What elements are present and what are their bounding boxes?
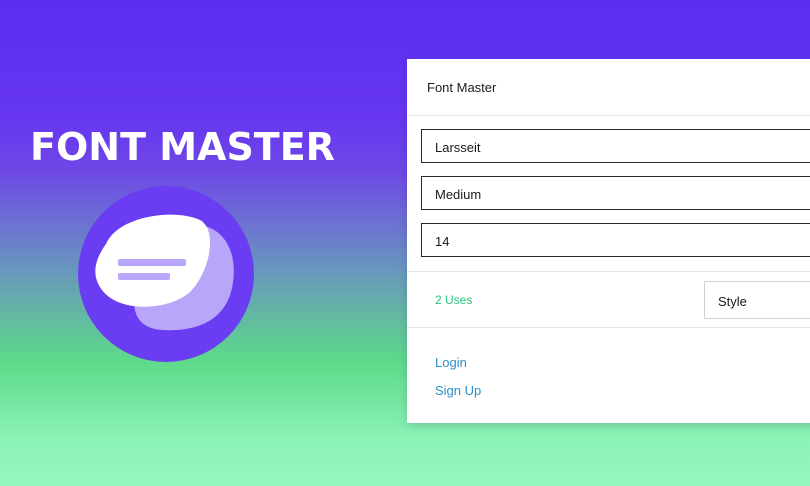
font-size-value: 14 bbox=[435, 234, 450, 249]
hero-title: FONT MASTER bbox=[30, 125, 335, 169]
panel-title: Font Master bbox=[427, 80, 497, 95]
style-select[interactable]: Style bbox=[704, 281, 810, 319]
login-link[interactable]: Login bbox=[435, 355, 467, 370]
logo-graphic bbox=[95, 214, 234, 331]
font-weight-value: Medium bbox=[435, 187, 482, 202]
panel-header: Font Master bbox=[407, 59, 810, 116]
font-master-logo-icon bbox=[78, 186, 254, 362]
uses-count: 2 Uses bbox=[435, 293, 473, 307]
style-select-label: Style bbox=[718, 294, 747, 309]
font-family-value: Larsseit bbox=[435, 140, 481, 155]
font-weight-field[interactable]: Medium bbox=[421, 176, 810, 210]
signup-link[interactable]: Sign Up bbox=[435, 383, 481, 398]
font-family-field[interactable]: Larsseit bbox=[421, 129, 810, 163]
divider bbox=[407, 271, 810, 272]
divider bbox=[407, 327, 810, 328]
font-size-field[interactable]: 14 bbox=[421, 223, 810, 257]
font-settings-panel: Font Master Larsseit Medium 14 2 Uses St… bbox=[407, 59, 810, 423]
logo-line-2 bbox=[118, 273, 170, 280]
logo-line-1 bbox=[118, 259, 186, 266]
